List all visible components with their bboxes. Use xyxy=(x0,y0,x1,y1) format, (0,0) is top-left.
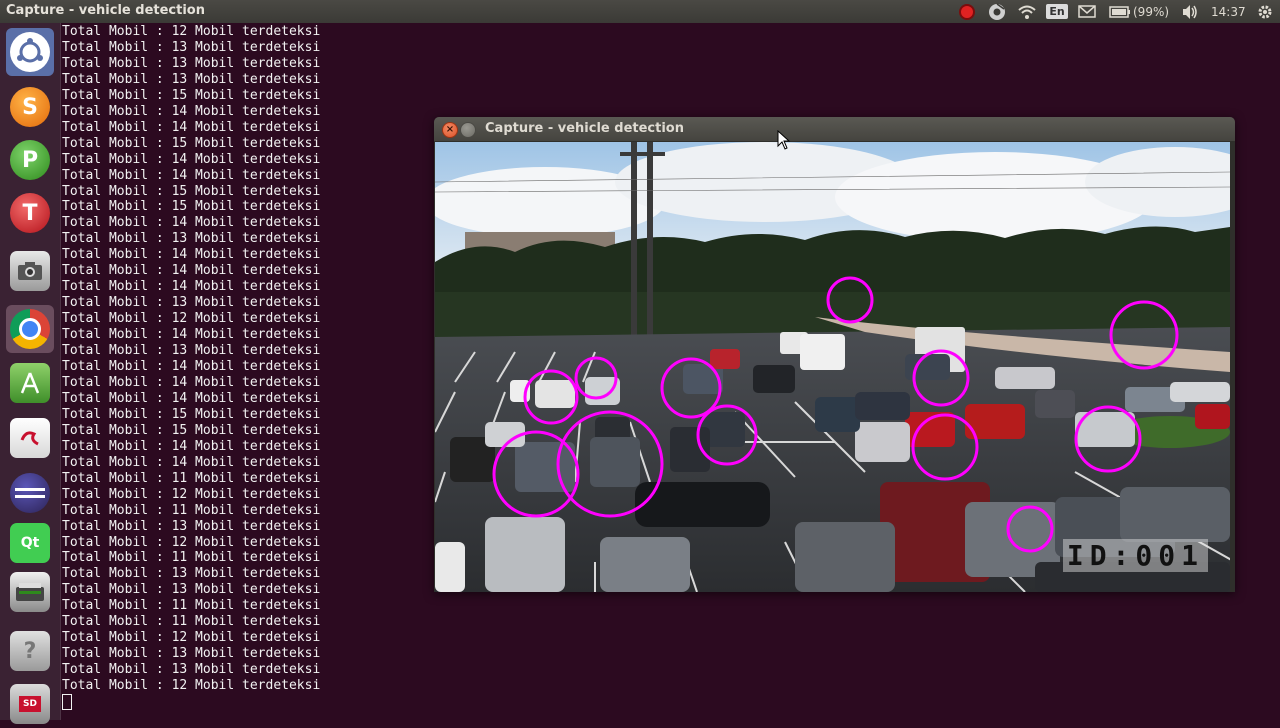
terminal-line: Total Mobil : 12 Mobil terdeteksi xyxy=(62,630,321,646)
terminal-line: Total Mobil : 11 Mobil terdeteksi xyxy=(62,614,321,630)
document-viewer-icon xyxy=(10,418,50,458)
active-window-title: Capture - vehicle detection xyxy=(6,3,205,18)
terminal-line: Total Mobil : 12 Mobil terdeteksi xyxy=(62,678,321,694)
eclipse-icon xyxy=(10,473,50,513)
battery-percent: (99%) xyxy=(1133,4,1170,19)
volume-icon[interactable] xyxy=(1180,2,1200,21)
launcher-camera[interactable] xyxy=(6,247,54,295)
terminal-line: Total Mobil : 13 Mobil terdeteksi xyxy=(62,662,321,678)
android-studio-icon xyxy=(10,363,50,403)
minimize-icon[interactable] xyxy=(460,122,476,138)
launcher-sd-card[interactable]: SD xyxy=(6,680,54,728)
window-titlebar[interactable]: × Capture - vehicle detection xyxy=(434,117,1235,141)
mail-icon[interactable] xyxy=(1076,2,1098,21)
record-icon[interactable] xyxy=(956,2,978,21)
terminal-line: Total Mobil : 12 Mobil terdeteksi xyxy=(62,24,321,39)
launcher-ubuntu-dash[interactable] xyxy=(6,28,54,76)
terminal-line: Total Mobil : 11 Mobil terdeteksi xyxy=(62,598,321,614)
wps-presentation-icon: P xyxy=(10,140,50,180)
wps-writer-icon: T xyxy=(10,193,50,233)
sd-card-label: SD xyxy=(19,696,41,712)
launcher: S P T Qt ? SD xyxy=(0,23,61,724)
parking-lot-scene xyxy=(435,142,1230,592)
chrome-indicator-icon[interactable] xyxy=(986,2,1008,21)
language-label: En xyxy=(1046,4,1068,19)
launcher-scanner[interactable] xyxy=(6,568,54,616)
ubuntu-logo-icon xyxy=(10,32,50,72)
terminal-line: Total Mobil : 13 Mobil terdeteksi xyxy=(62,646,321,662)
launcher-document-viewer[interactable] xyxy=(6,414,54,462)
terminal-cursor xyxy=(62,694,72,711)
question-icon: ? xyxy=(10,631,50,671)
launcher-unknown-app[interactable]: ? xyxy=(6,627,54,675)
launcher-qt-creator[interactable]: Qt xyxy=(6,519,54,567)
terminal-line: Total Mobil : 13 Mobil terdeteksi xyxy=(62,71,321,87)
terminal-line: Total Mobil : 13 Mobil terdeteksi xyxy=(62,55,321,71)
clock[interactable]: 14:37 xyxy=(1211,2,1246,21)
launcher-wps-writer[interactable]: T xyxy=(6,189,54,237)
launcher-chrome[interactable] xyxy=(6,305,54,353)
close-icon[interactable]: × xyxy=(442,122,458,138)
language-icon[interactable]: En xyxy=(1046,2,1068,21)
sublime-icon: S xyxy=(10,87,50,127)
qt-creator-icon: Qt xyxy=(10,523,50,563)
window-title: Capture - vehicle detection xyxy=(485,121,684,136)
terminal-prompt-line xyxy=(62,694,622,713)
id-overlay: ID:001 xyxy=(1062,539,1208,572)
chrome-icon xyxy=(10,309,50,349)
camera-icon xyxy=(10,251,50,291)
terminal-line: Total Mobil : 15 Mobil terdeteksi xyxy=(62,87,321,103)
launcher-sublime[interactable]: S xyxy=(6,83,54,131)
wifi-icon[interactable] xyxy=(1016,2,1038,21)
scanner-icon xyxy=(10,572,50,612)
mouse-pointer-icon xyxy=(777,130,791,150)
video-frame: ID:001 xyxy=(435,142,1230,592)
terminal-line: Total Mobil : 13 Mobil terdeteksi xyxy=(62,39,321,55)
sd-card-icon: SD xyxy=(10,684,50,724)
launcher-wps-presentation[interactable]: P xyxy=(6,136,54,184)
gear-icon[interactable] xyxy=(1255,2,1275,21)
launcher-eclipse[interactable] xyxy=(6,469,54,517)
launcher-android-studio[interactable] xyxy=(6,359,54,407)
capture-window[interactable]: × Capture - vehicle detection ID:001 xyxy=(434,117,1235,592)
battery-icon[interactable] xyxy=(1108,2,1132,21)
top-panel: Capture - vehicle detection En (99%) 14:… xyxy=(0,0,1280,23)
